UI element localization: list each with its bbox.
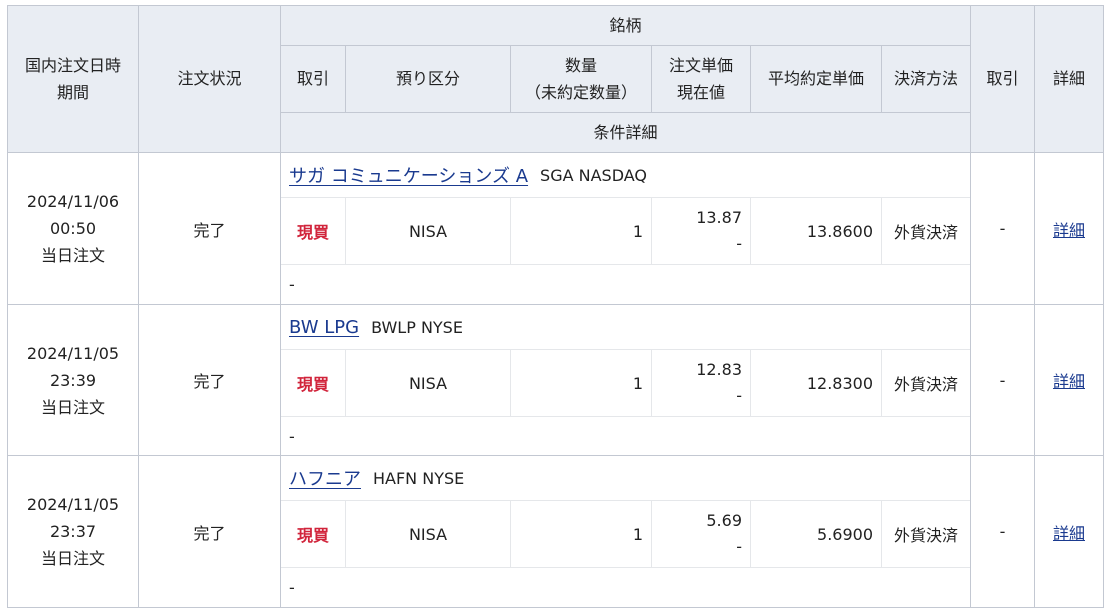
header-trade: 取引 <box>281 46 345 112</box>
header-trade2: 取引 <box>971 6 1034 152</box>
brand-name-link[interactable]: ハフニア <box>289 465 361 491</box>
header-condition: 条件詳細 <box>281 113 970 152</box>
header-avg-price: 平均約定単価 <box>751 46 881 112</box>
account-type: NISA <box>408 524 448 544</box>
quantity: 1 <box>632 221 643 241</box>
trade-type: 現買 <box>296 223 329 242</box>
quantity: 1 <box>632 524 643 544</box>
order-status: 完了 <box>193 523 226 543</box>
ticker: SGA NASDAQ <box>540 165 647 185</box>
condition-detail: - <box>289 275 295 294</box>
settlement: 外貨決済 <box>893 223 958 242</box>
avg-price: 5.6900 <box>817 524 873 544</box>
header-unit-price: 注文単価 現在値 <box>652 46 750 112</box>
unit-price: 5.69 - <box>652 501 750 567</box>
brand-name-link[interactable]: BW LPG <box>289 317 359 338</box>
trade-type: 現買 <box>296 375 329 394</box>
header-datetime: 国内注文日時 期間 <box>8 6 138 152</box>
order-status: 完了 <box>193 220 226 240</box>
account-type: NISA <box>408 373 448 393</box>
order-status: 完了 <box>193 372 226 391</box>
brand-row: ハフニア HAFN NYSE <box>281 456 970 500</box>
account-type: NISA <box>408 221 448 241</box>
avg-price: 13.8600 <box>806 221 873 241</box>
settlement: 外貨決済 <box>893 375 958 394</box>
ticker: HAFN NYSE <box>373 468 465 488</box>
order-time: 23:37 <box>49 522 97 541</box>
order-table: 国内注文日時 期間 注文状況 銘柄 取引 預り区分 数量 （未約定数量） 注文単… <box>7 5 1104 608</box>
order-unit-price: 13.87 <box>696 208 742 227</box>
header-datetime-line2: 期間 <box>56 83 89 102</box>
current-price: - <box>736 234 742 253</box>
order-period: 当日注文 <box>40 246 105 265</box>
header-status: 注文状況 <box>139 6 280 152</box>
brand-row: サガ コミュニケーションズ A SGA NASDAQ <box>281 153 970 197</box>
header-quantity: 数量 （未約定数量） <box>511 46 651 112</box>
detail-cell: 詳細 <box>1035 456 1103 607</box>
header-datetime-line1: 国内注文日時 <box>24 56 121 75</box>
unit-price: 13.87 - <box>652 198 750 264</box>
detail-link[interactable]: 詳細 <box>1053 368 1085 392</box>
order-period: 当日注文 <box>40 549 105 568</box>
header-settlement: 決済方法 <box>882 46 970 112</box>
condition-detail: - <box>289 426 295 446</box>
ticker: BWLP NYSE <box>371 317 463 337</box>
order-time: 23:39 <box>49 370 97 390</box>
order-date: 2024/11/05 <box>26 495 120 514</box>
order-datetime: 2024/11/05 23:37 当日注文 <box>8 456 138 607</box>
order-period: 当日注文 <box>40 397 105 417</box>
brand-row: BW LPG BWLP NYSE <box>281 305 970 349</box>
detail-link[interactable]: 詳細 <box>1053 520 1085 544</box>
quantity: 1 <box>632 373 643 393</box>
order-datetime: 2024/11/05 23:39 当日注文 <box>8 305 138 455</box>
order-date: 2024/11/06 <box>26 192 120 211</box>
trade2: - <box>999 370 1006 390</box>
trade2: - <box>999 522 1006 541</box>
brand-name-link[interactable]: サガ コミュニケーションズ A <box>289 162 528 188</box>
detail-cell: 詳細 <box>1035 153 1103 304</box>
current-price: - <box>736 537 742 556</box>
unit-price: 12.83 - <box>652 350 750 416</box>
order-time: 00:50 <box>49 219 97 238</box>
order-datetime: 2024/11/06 00:50 当日注文 <box>8 153 138 304</box>
avg-price: 12.8300 <box>806 373 873 393</box>
detail-link[interactable]: 詳細 <box>1053 217 1085 241</box>
header-account-type: 預り区分 <box>346 46 510 112</box>
order-unit-price: 5.69 <box>706 511 742 530</box>
header-detail: 詳細 <box>1035 6 1103 152</box>
current-price: - <box>736 386 742 405</box>
order-unit-price: 12.83 <box>696 360 742 379</box>
order-date: 2024/11/05 <box>26 343 120 363</box>
condition-detail: - <box>289 578 295 597</box>
settlement: 外貨決済 <box>893 526 958 545</box>
trade2: - <box>999 219 1006 238</box>
trade-type: 現買 <box>296 526 329 545</box>
header-brand: 銘柄 <box>281 6 970 45</box>
detail-cell: 詳細 <box>1035 305 1103 455</box>
